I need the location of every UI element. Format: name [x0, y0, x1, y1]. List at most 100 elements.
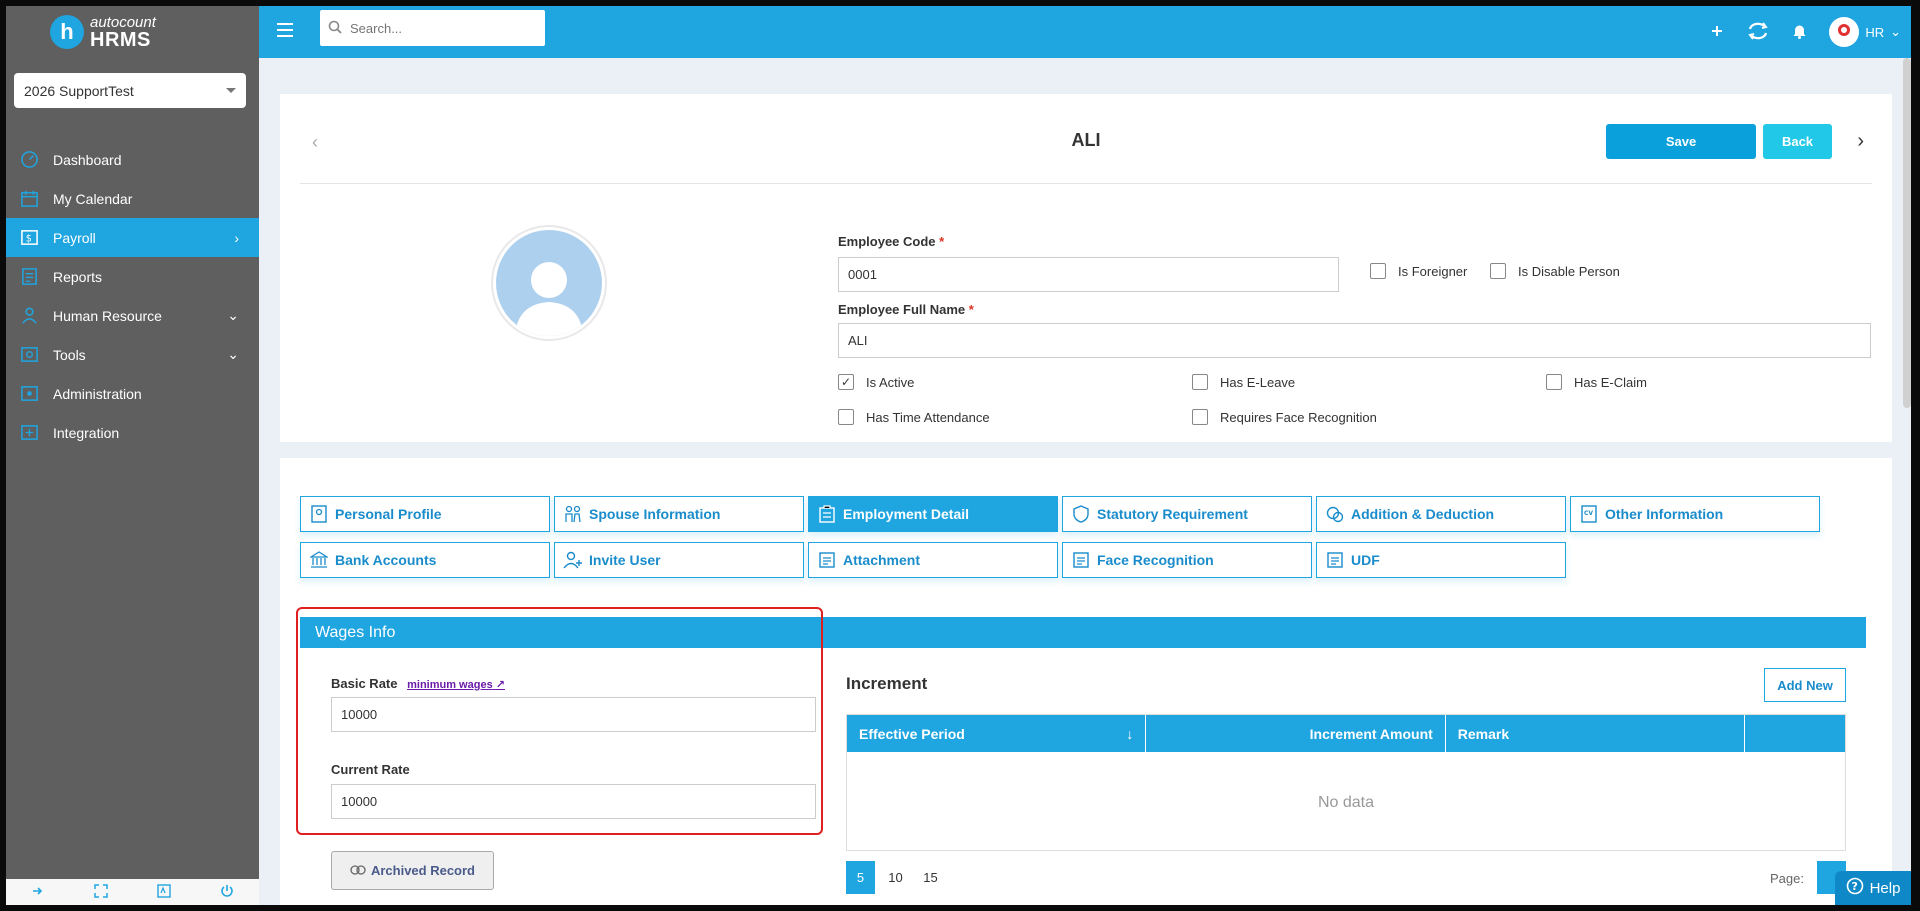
tab-spouse-information[interactable]: Spouse Information	[554, 496, 804, 532]
sidebar-item-payroll[interactable]: $ Payroll ›	[6, 218, 259, 257]
sidebar-item-label: Integration	[53, 424, 120, 441]
basic-rate-label: Basic Rate minimum wages ↗	[331, 676, 505, 691]
archived-record-button[interactable]: Archived Record	[331, 851, 494, 890]
bank-icon	[309, 550, 329, 570]
tab-bank-accounts[interactable]: Bank Accounts	[300, 542, 550, 578]
current-rate-field[interactable]: 10000	[331, 784, 816, 819]
column-actions	[1745, 715, 1845, 752]
add-icon[interactable]	[1710, 24, 1724, 41]
human-resource-icon	[20, 306, 39, 325]
sync-icon[interactable]	[1746, 21, 1770, 44]
column-increment-amount[interactable]: Increment Amount	[1146, 715, 1446, 752]
has-eleave-checkbox[interactable]: Has E-Leave	[1192, 374, 1295, 390]
help-button[interactable]: ? Help	[1835, 871, 1911, 905]
tab-employment-detail[interactable]: Employment Detail	[808, 496, 1058, 532]
tab-attachment[interactable]: Attachment	[808, 542, 1058, 578]
face-recognition-icon	[1071, 550, 1091, 570]
is-foreigner-checkbox[interactable]: Is Foreigner	[1370, 263, 1467, 279]
company-select-value: 2026 SupportTest	[24, 82, 134, 99]
current-rate-label: Current Rate	[331, 762, 410, 777]
integration-icon	[20, 423, 39, 442]
avatar-placeholder-icon	[496, 230, 602, 336]
sidebar-footer	[6, 879, 259, 905]
brand[interactable]: h autocount HRMS	[6, 6, 259, 58]
coins-icon	[1325, 504, 1345, 524]
employee-code-field[interactable]: 0001	[838, 257, 1339, 292]
tab-personal-profile[interactable]: Personal Profile	[300, 496, 550, 532]
tab-invite-user[interactable]: Invite User	[554, 542, 804, 578]
employee-photo[interactable]	[491, 225, 607, 341]
has-eclaim-checkbox[interactable]: Has E-Claim	[1546, 374, 1647, 390]
page-size-option[interactable]: 5	[846, 861, 875, 894]
shield-icon	[1071, 504, 1091, 524]
employee-code-label: Employee Code *	[838, 234, 945, 249]
sidebar-item-label: Human Resource	[53, 307, 162, 324]
help-icon: ?	[1846, 877, 1864, 899]
bell-icon[interactable]	[1792, 23, 1807, 42]
employee-fullname-field[interactable]: ALI	[838, 323, 1871, 358]
menu-toggle-icon[interactable]	[277, 23, 293, 37]
sidebar-item-label: Reports	[53, 268, 103, 285]
sidebar-nav: Dashboard My Calendar $ Payroll › Report…	[6, 140, 259, 452]
add-new-button[interactable]: Add New	[1764, 668, 1846, 702]
column-remark[interactable]: Remark	[1446, 715, 1746, 752]
increment-table: Effective Period ↓ Increment Amount Remar…	[846, 714, 1846, 851]
page-size-option[interactable]: 15	[916, 861, 945, 894]
archive-icon	[350, 862, 366, 879]
increment-title: Increment	[846, 674, 928, 693]
tab-statutory-requirement[interactable]: Statutory Requirement	[1062, 496, 1312, 532]
empty-state: No data	[1317, 794, 1375, 811]
company-select[interactable]: 2026 SupportTest	[14, 73, 246, 108]
language-icon[interactable]	[157, 883, 171, 901]
page-size-option[interactable]: 10	[881, 861, 910, 894]
user-avatar	[1829, 17, 1860, 47]
sidebar-item-dashboard[interactable]: Dashboard	[6, 140, 259, 179]
column-effective-period[interactable]: Effective Period ↓	[847, 715, 1147, 752]
requires-face-recognition-checkbox[interactable]: Requires Face Recognition	[1192, 409, 1377, 425]
search-box[interactable]	[320, 10, 545, 46]
tab-addition-deduction[interactable]: Addition & Deduction	[1316, 496, 1566, 532]
reports-icon	[20, 267, 39, 286]
power-icon[interactable]	[220, 884, 234, 901]
minimum-wages-link[interactable]: minimum wages ↗	[407, 679, 505, 691]
sidebar-item-my-calendar[interactable]: My Calendar	[6, 179, 259, 218]
tab-other-information[interactable]: CV Other Information	[1570, 496, 1820, 532]
has-time-attendance-checkbox[interactable]: Has Time Attendance	[838, 409, 990, 425]
dashboard-icon	[20, 150, 39, 169]
page-size-selector: 5 10 15	[846, 861, 945, 894]
sidebar-item-administration[interactable]: Administration	[6, 374, 259, 413]
save-button[interactable]: Save	[1606, 124, 1756, 159]
employee-header-card: ‹ ALI Save Back › Employee Code * 0001 I…	[280, 94, 1892, 442]
logout-icon[interactable]	[31, 884, 45, 901]
user-menu[interactable]: HR ⌄	[1829, 17, 1901, 47]
basic-rate-field[interactable]: 10000	[331, 697, 816, 732]
profile-icon	[309, 504, 329, 524]
sidebar-item-tools[interactable]: Tools ⌄	[6, 335, 259, 374]
payroll-icon: $	[20, 228, 39, 247]
sidebar-item-human-resource[interactable]: Human Resource ⌄	[6, 296, 259, 335]
employee-fullname-label: Employee Full Name *	[838, 302, 974, 317]
briefcase-icon	[817, 504, 837, 524]
checkmark-icon: ✓	[838, 374, 854, 390]
external-link-icon: ↗	[495, 679, 505, 691]
chevron-down-icon: ⌄	[1890, 24, 1901, 39]
tab-face-recognition[interactable]: Face Recognition	[1062, 542, 1312, 578]
tab-udf[interactable]: UDF	[1316, 542, 1566, 578]
brand-logo: h	[50, 15, 84, 49]
sidebar-item-reports[interactable]: Reports	[6, 257, 259, 296]
is-disable-person-checkbox[interactable]: Is Disable Person	[1490, 263, 1620, 279]
brand-line1: autocount	[90, 13, 156, 31]
scrollbar[interactable]	[1903, 58, 1911, 408]
brand-line2: HRMS	[90, 28, 151, 51]
cv-icon: CV	[1579, 504, 1599, 524]
is-active-checkbox[interactable]: ✓ Is Active	[838, 374, 914, 390]
back-button[interactable]: Back	[1763, 124, 1832, 159]
svg-text:CV: CV	[1584, 510, 1593, 517]
sidebar-item-label: Dashboard	[53, 151, 122, 168]
next-record-icon[interactable]: ›	[1857, 130, 1864, 153]
sidebar-item-integration[interactable]: Integration	[6, 413, 259, 452]
search-input[interactable]	[350, 20, 530, 36]
table-header: Effective Period ↓ Increment Amount Remar…	[847, 715, 1845, 752]
fullscreen-icon[interactable]	[94, 883, 108, 901]
tools-icon	[20, 345, 39, 364]
